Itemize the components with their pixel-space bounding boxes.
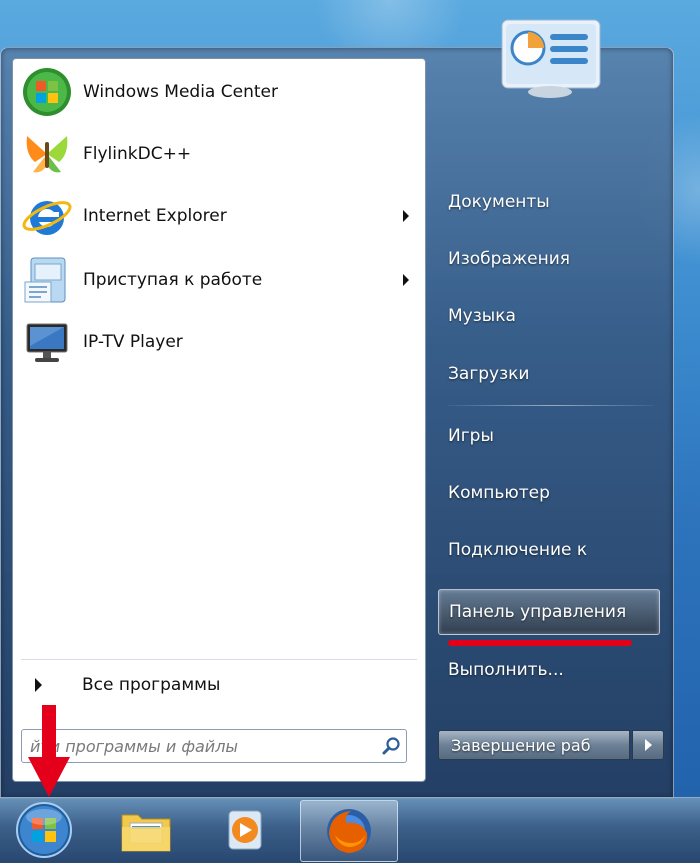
program-flylinkdc[interactable]: FlylinkDC++ xyxy=(21,125,417,183)
search-icon[interactable] xyxy=(376,731,406,761)
right-item-music[interactable]: Музыка xyxy=(438,297,660,335)
shutdown-button[interactable]: Завершение раб xyxy=(438,730,630,760)
right-item-connect-to[interactable]: Подключение к xyxy=(438,531,660,569)
control-panel-tile-icon xyxy=(501,19,601,98)
program-label: Windows Media Center xyxy=(83,82,278,102)
windows-media-center-icon xyxy=(23,68,71,116)
divider xyxy=(21,659,417,660)
taskbar xyxy=(0,797,700,863)
user-picture-tile[interactable] xyxy=(500,18,602,98)
program-label: FlylinkDC++ xyxy=(83,144,192,164)
right-item-computer[interactable]: Компьютер xyxy=(438,474,660,512)
program-windows-media-center[interactable]: Windows Media Center xyxy=(21,63,417,121)
program-label: Приступая к работе xyxy=(83,270,263,290)
shutdown-options-button[interactable] xyxy=(632,730,664,760)
search-box[interactable] xyxy=(21,729,407,763)
program-label: IP-TV Player xyxy=(83,332,183,352)
program-iptv-player[interactable]: IP-TV Player xyxy=(21,313,417,371)
all-programs-label: Все программы xyxy=(82,675,221,695)
iptv-player-icon xyxy=(26,323,68,362)
right-item-control-panel[interactable]: Панель управления xyxy=(438,589,660,635)
right-item-games[interactable]: Игры xyxy=(438,417,660,455)
flylinkdc-icon xyxy=(26,136,68,173)
divider xyxy=(448,405,654,406)
right-item-documents[interactable]: Документы xyxy=(438,183,660,221)
firefox-icon xyxy=(327,809,371,853)
submenu-arrow-icon[interactable] xyxy=(403,274,409,286)
red-arrow-annotation xyxy=(28,705,70,797)
internet-explorer-icon xyxy=(22,201,72,235)
arrow-right-icon xyxy=(35,678,42,692)
pinned-programs-pane: Windows Media Center FlylinkDC++ Interne… xyxy=(12,58,426,782)
all-programs-button[interactable]: Все программы xyxy=(33,669,413,701)
media-player-icon xyxy=(228,810,262,850)
taskbar-firefox-button[interactable] xyxy=(300,800,398,862)
submenu-arrow-icon[interactable] xyxy=(403,210,409,222)
program-label: Internet Explorer xyxy=(83,206,227,226)
windows-start-orb-icon xyxy=(16,802,72,858)
getting-started-icon xyxy=(24,257,66,303)
program-internet-explorer[interactable]: Internet Explorer xyxy=(21,187,417,245)
folder-libraries-icon xyxy=(121,814,171,852)
arrow-right-icon xyxy=(644,739,652,751)
program-getting-started[interactable]: Приступая к работе xyxy=(21,251,417,309)
search-input[interactable] xyxy=(22,731,376,761)
taskbar-explorer-button[interactable] xyxy=(108,800,184,860)
start-button[interactable] xyxy=(8,800,80,860)
right-item-pictures[interactable]: Изображения xyxy=(438,240,660,278)
right-item-downloads[interactable]: Загрузки xyxy=(438,355,660,393)
taskbar-media-player-button[interactable] xyxy=(206,800,282,860)
red-underline-annotation xyxy=(448,640,632,646)
right-item-run[interactable]: Выполнить... xyxy=(438,651,660,689)
